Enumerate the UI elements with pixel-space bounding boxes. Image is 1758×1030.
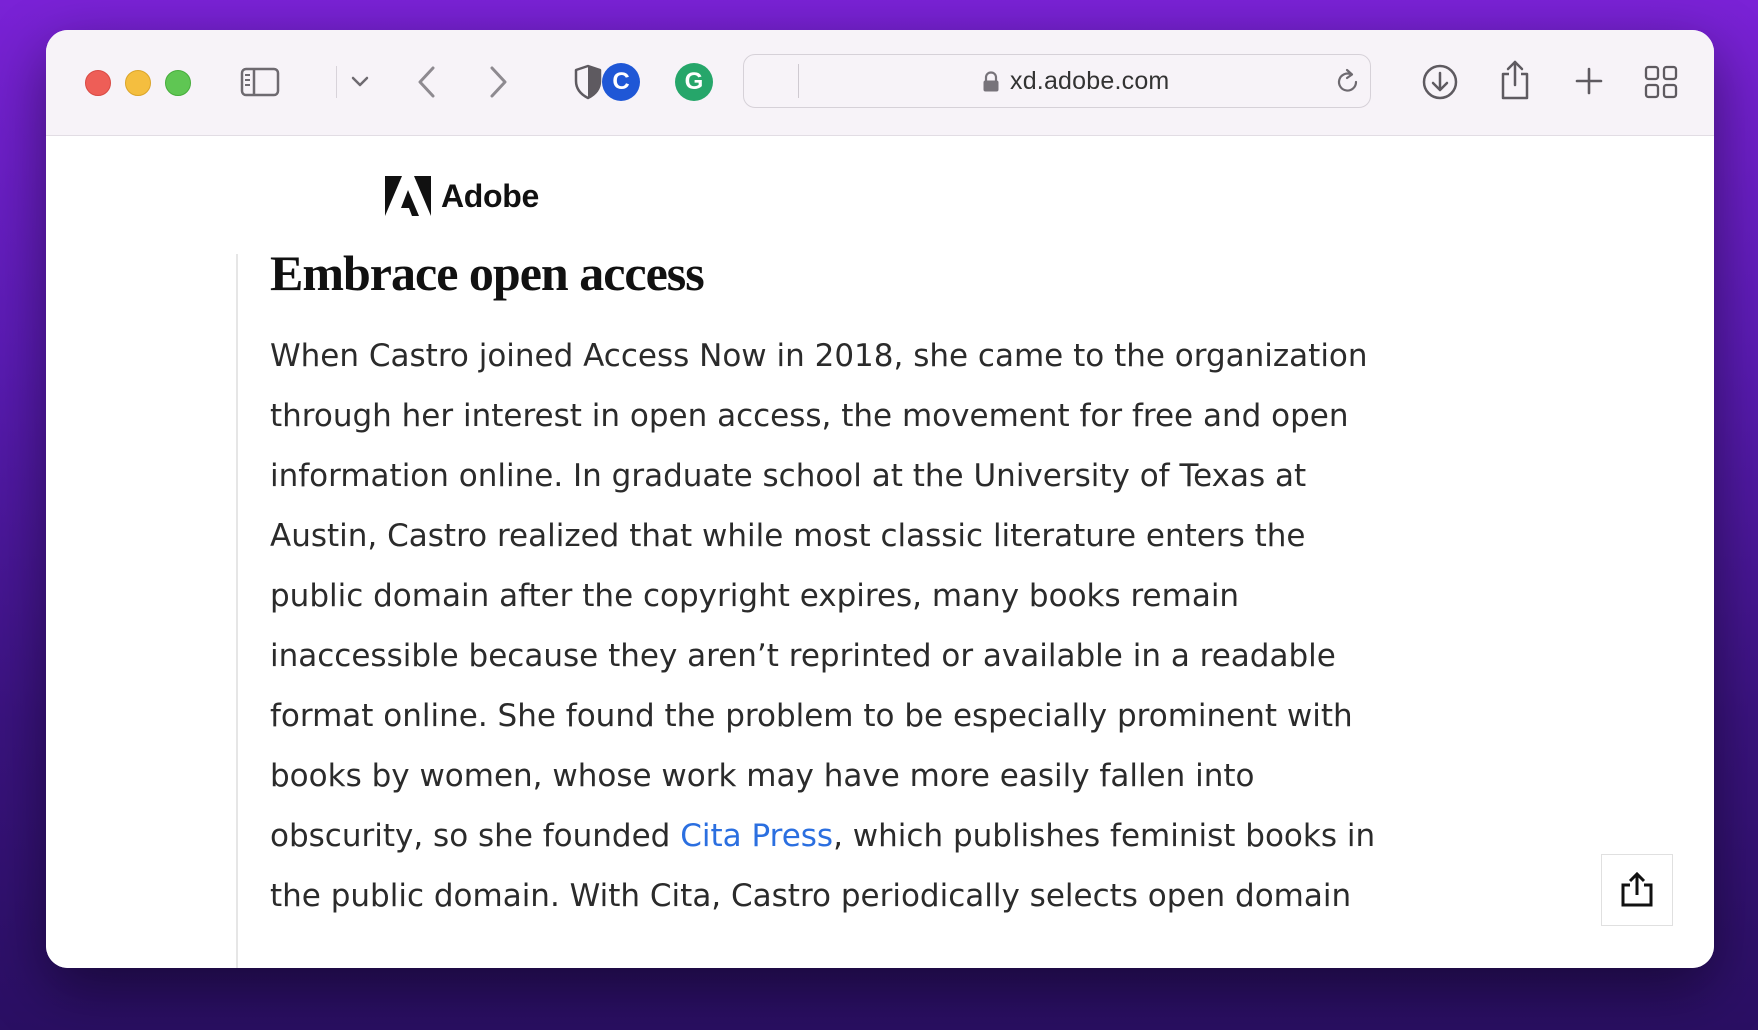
download-icon[interactable] — [1420, 62, 1460, 102]
forward-icon[interactable] — [480, 64, 516, 100]
c-extension-badge: C — [602, 63, 640, 101]
adobe-mark-icon — [385, 176, 431, 216]
minimize-window-button[interactable] — [125, 70, 151, 96]
paragraph-line: public domain after the copyright expire… — [270, 578, 1240, 614]
address-bar-divider — [798, 64, 799, 98]
share-icon[interactable] — [1497, 58, 1533, 102]
share-icon — [1621, 871, 1653, 907]
sidebar-icon[interactable] — [240, 66, 280, 98]
toolbar-divider — [336, 66, 337, 98]
shield-icon[interactable] — [570, 62, 606, 102]
paragraph-line-with-link: obscurity, so she founded Cita Press, wh… — [270, 806, 1375, 866]
paragraph-line: through her interest in open access, the… — [270, 398, 1349, 434]
back-icon[interactable] — [409, 64, 445, 100]
reload-icon[interactable] — [1334, 67, 1362, 97]
floating-share-button[interactable] — [1601, 854, 1673, 926]
link-line-after: , which publishes feminist books in — [833, 818, 1376, 854]
paragraph-line: inaccessible because they aren’t reprint… — [270, 638, 1336, 674]
close-window-button[interactable] — [85, 70, 111, 96]
grammarly-extension-badge: G — [675, 63, 713, 101]
adobe-wordmark: Adobe — [441, 177, 540, 214]
article-left-rule — [236, 254, 238, 968]
chevron-down-icon[interactable] — [346, 68, 374, 96]
paragraph-line: format online. She found the problem to … — [270, 698, 1353, 734]
browser-window: C G xd.adobe.com Adobe Embrace open acce… — [46, 30, 1714, 968]
url-text: xd.adobe.com — [1010, 67, 1170, 95]
grammarly-extension-icon[interactable]: G — [675, 63, 715, 103]
cita-press-link[interactable]: Cita Press — [680, 818, 833, 854]
zoom-window-button[interactable] — [165, 70, 191, 96]
address-bar[interactable]: xd.adobe.com — [743, 54, 1371, 108]
paragraph-line: Austin, Castro realized that while most … — [270, 518, 1306, 554]
new-tab-icon[interactable] — [1570, 62, 1608, 100]
tab-overview-icon[interactable] — [1643, 64, 1679, 100]
section-heading: Embrace open access — [270, 245, 705, 301]
article-paragraph: When Castro joined Access Now in 2018, s… — [270, 326, 1375, 926]
paragraph-line: the public domain. With Cita, Castro per… — [270, 878, 1352, 914]
link-line-before: obscurity, so she founded — [270, 818, 681, 854]
c-extension-icon[interactable]: C — [602, 63, 642, 103]
lock-icon — [982, 71, 1000, 93]
page-content: Adobe Embrace open access When Castro jo… — [46, 136, 1714, 968]
paragraph-line: books by women, whose work may have more… — [270, 758, 1255, 794]
paragraph-line: When Castro joined Access Now in 2018, s… — [270, 338, 1368, 374]
paragraph-line: information online. In graduate school a… — [270, 458, 1307, 494]
adobe-logo[interactable]: Adobe — [385, 176, 539, 216]
browser-toolbar: C G xd.adobe.com — [46, 30, 1714, 136]
